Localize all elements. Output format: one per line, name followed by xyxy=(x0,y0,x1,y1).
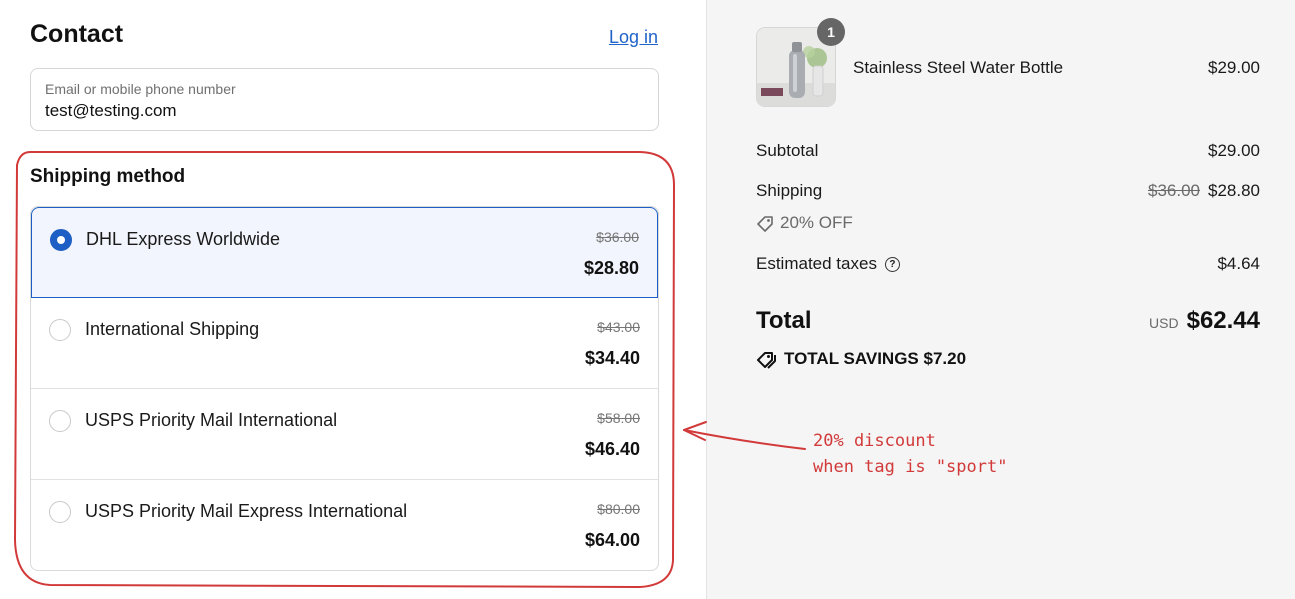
savings-tag-icon xyxy=(757,351,776,369)
login-link[interactable]: Log in xyxy=(609,27,658,48)
shipping-option-name: DHL Express Worldwide xyxy=(86,229,281,249)
shipping-options-list: DHL Express Worldwide $36.00 $28.80 Inte… xyxy=(30,206,659,571)
checkout-form: Contact Log in Email or mobile phone num… xyxy=(0,0,706,599)
shipping-option-dhl[interactable]: DHL Express Worldwide $36.00 $28.80 xyxy=(31,207,658,298)
annotation-line-1: 20% discount xyxy=(813,431,936,451)
shipping-option-name: USPS Priority Mail Express International xyxy=(85,501,408,521)
order-summary: 1 Stainless Steel Water Bottle $29.00 Su… xyxy=(706,0,1295,599)
email-field-label: Email or mobile phone number xyxy=(45,81,236,97)
subtotal-label: Subtotal xyxy=(756,141,819,160)
taxes-label-group: Estimated taxes? xyxy=(756,254,900,274)
total-value-group: USD $62.44 xyxy=(1149,307,1260,335)
shipping-option-international[interactable]: International Shipping $43.00 $34.40 xyxy=(31,298,658,389)
annotation-line-2: when tag is "sport" xyxy=(813,457,1008,477)
shipping-option-price: $34.40 xyxy=(584,348,640,368)
total-label: Total xyxy=(756,307,812,334)
shipping-option-original-price: $36.00 xyxy=(596,229,639,245)
shipping-option-original-price: $58.00 xyxy=(597,410,640,426)
shipping-option-original-price: $80.00 xyxy=(597,501,640,517)
product-name: Stainless Steel Water Bottle xyxy=(853,58,1064,77)
savings-value: $7.20 xyxy=(923,349,967,368)
shipping-option-usps-priority[interactable]: USPS Priority Mail International $58.00 … xyxy=(31,389,658,480)
radio-button[interactable] xyxy=(49,410,71,432)
discount-label: 20% OFF xyxy=(780,213,853,232)
shipping-discounted-price: $28.80 xyxy=(1208,181,1260,200)
total-value: $62.44 xyxy=(1186,307,1260,334)
shipping-value-group: $36.00 $28.80 xyxy=(1148,181,1260,201)
radio-button[interactable] xyxy=(49,319,71,341)
total-savings: TOTAL SAVINGS $7.20 xyxy=(756,349,966,370)
radio-button[interactable] xyxy=(49,501,71,523)
contact-heading: Contact xyxy=(30,20,124,48)
shipping-option-price: $46.40 xyxy=(584,439,640,459)
discount-badge: 20% OFF xyxy=(756,213,853,233)
total-currency: USD xyxy=(1149,315,1179,331)
taxes-value: $4.64 xyxy=(1217,254,1260,273)
product-price: $29.00 xyxy=(1208,58,1260,77)
shipping-option-usps-express[interactable]: USPS Priority Mail Express International… xyxy=(31,480,658,570)
shipping-option-price: $28.80 xyxy=(583,258,639,278)
shipping-method-heading: Shipping method xyxy=(30,166,186,187)
help-icon[interactable]: ? xyxy=(884,257,900,273)
subtotal-value: $29.00 xyxy=(1208,141,1260,160)
annotation-note: 20% discount when tag is "sport" xyxy=(813,428,1007,480)
email-field-value[interactable]: test@testing.com xyxy=(45,101,177,121)
savings-label: TOTAL SAVINGS xyxy=(784,349,919,368)
shipping-option-name: USPS Priority Mail International xyxy=(85,410,338,430)
email-field[interactable]: Email or mobile phone number test@testin… xyxy=(30,68,659,131)
shipping-original-price: $36.00 xyxy=(1148,181,1200,200)
shipping-option-original-price: $43.00 xyxy=(597,319,640,335)
shipping-option-name: International Shipping xyxy=(85,319,260,339)
shipping-label: Shipping xyxy=(756,181,823,200)
shipping-option-price: $64.00 xyxy=(584,530,640,550)
quantity-badge: 1 xyxy=(817,18,845,46)
tag-icon xyxy=(757,215,773,232)
radio-button-selected[interactable] xyxy=(50,229,72,251)
taxes-label: Estimated taxes xyxy=(756,254,877,273)
